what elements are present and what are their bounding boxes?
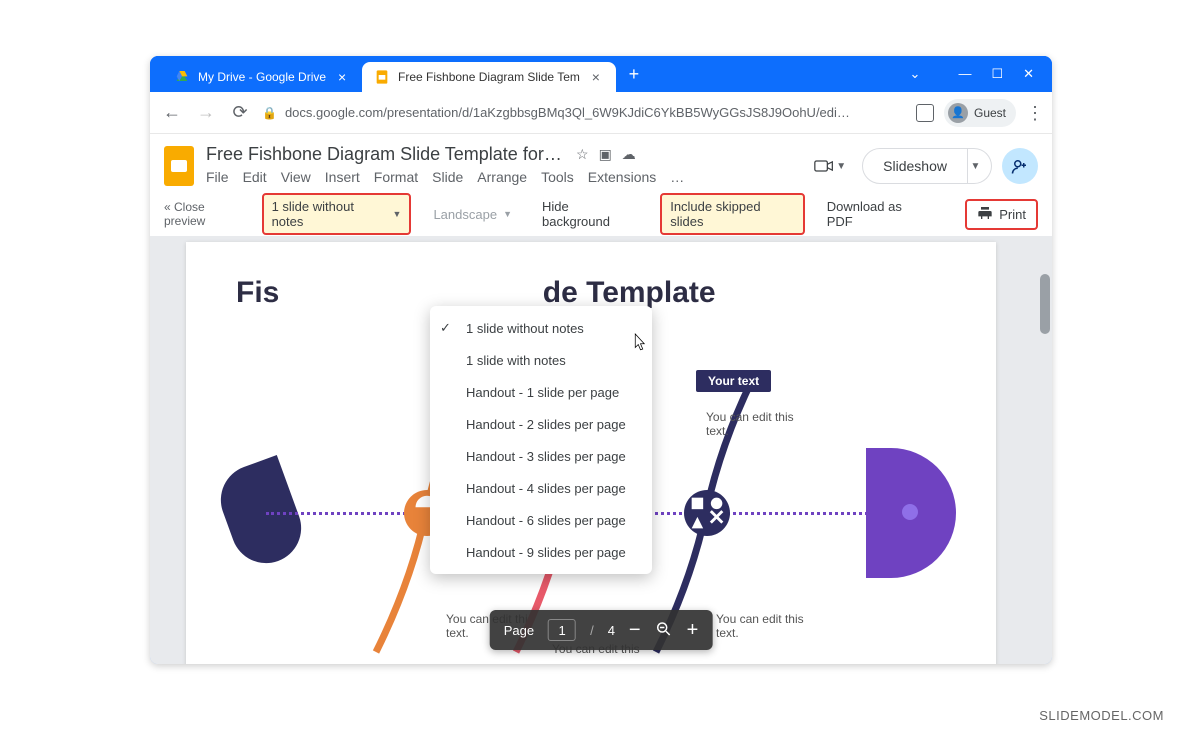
menu-insert[interactable]: Insert bbox=[325, 169, 360, 185]
present-camera-button[interactable]: ▼ bbox=[808, 154, 852, 178]
browser-window: My Drive - Google Drive × Free Fishbone … bbox=[150, 56, 1052, 664]
chevron-down-icon: ▼ bbox=[393, 209, 402, 219]
dropdown-item[interactable]: ✓1 slide without notes bbox=[430, 312, 652, 344]
menu-bar: File Edit View Insert Format Slide Arran… bbox=[206, 169, 796, 185]
reload-button[interactable]: ⟳ bbox=[228, 101, 252, 125]
dropdown-item[interactable]: Handout - 1 slide per page bbox=[430, 376, 652, 408]
page-total: 4 bbox=[608, 623, 615, 638]
check-icon: ✓ bbox=[440, 320, 451, 336]
page-number-input[interactable]: 1 bbox=[548, 619, 576, 641]
dropdown-item[interactable]: Handout - 4 slides per page bbox=[430, 472, 652, 504]
layout-dropdown[interactable]: 1 slide without notes ▼ bbox=[262, 193, 412, 235]
menu-extensions[interactable]: Extensions bbox=[588, 169, 656, 185]
fish-head bbox=[866, 448, 956, 578]
dropdown-item[interactable]: 1 slide with notes bbox=[430, 344, 652, 376]
cloud-icon[interactable]: ☁ bbox=[622, 146, 636, 163]
minimize-button[interactable]: ― bbox=[958, 66, 971, 82]
menu-view[interactable]: View bbox=[281, 169, 311, 185]
url-field[interactable]: 🔒 docs.google.com/presentation/d/1aKzgbb… bbox=[262, 99, 906, 127]
menu-more[interactable]: … bbox=[670, 169, 684, 185]
browser-tab-drive[interactable]: My Drive - Google Drive × bbox=[162, 62, 362, 92]
zoom-in-button[interactable]: + bbox=[687, 619, 699, 642]
forward-button[interactable]: → bbox=[194, 101, 218, 125]
dropdown-item[interactable]: Handout - 6 slides per page bbox=[430, 504, 652, 536]
close-icon[interactable]: × bbox=[588, 69, 604, 85]
close-preview-button[interactable]: « Close preview bbox=[164, 200, 248, 228]
profile-label: Guest bbox=[974, 106, 1006, 120]
doc-title[interactable]: Free Fishbone Diagram Slide Template for… bbox=[206, 144, 566, 165]
bone-node-icon bbox=[684, 490, 730, 536]
slides-logo[interactable] bbox=[164, 146, 194, 186]
slides-icon bbox=[374, 69, 390, 85]
profile-chip[interactable]: 👤 Guest bbox=[944, 99, 1016, 127]
bone-label: Your text bbox=[696, 370, 771, 392]
include-skipped-button[interactable]: Include skipped slides bbox=[660, 193, 805, 235]
bone-desc: You can edit this text. bbox=[716, 612, 816, 640]
menu-tools[interactable]: Tools bbox=[541, 169, 574, 185]
move-icon[interactable]: ▣ bbox=[599, 146, 612, 163]
chevron-down-icon: ▼ bbox=[503, 209, 512, 219]
wave-decoration bbox=[186, 652, 1006, 664]
extensions-icon[interactable] bbox=[916, 104, 934, 122]
menu-format[interactable]: Format bbox=[374, 169, 418, 185]
print-preview-toolbar: « Close preview 1 slide without notes ▼ … bbox=[150, 192, 1052, 236]
print-icon bbox=[977, 205, 993, 224]
vertical-scrollbar[interactable] bbox=[1040, 274, 1050, 334]
new-tab-button[interactable]: + bbox=[622, 62, 646, 86]
menu-edit[interactable]: Edit bbox=[243, 169, 267, 185]
layout-dropdown-menu: ✓1 slide without notes 1 slide with note… bbox=[430, 306, 652, 574]
close-window-button[interactable]: ✕ bbox=[1023, 66, 1034, 82]
url-text: docs.google.com/presentation/d/1aKzgbbsg… bbox=[285, 105, 850, 120]
close-icon[interactable]: × bbox=[334, 69, 350, 85]
watermark: SLIDEMODEL.COM bbox=[1039, 708, 1164, 723]
dropdown-item[interactable]: Handout - 3 slides per page bbox=[430, 440, 652, 472]
zoom-out-button[interactable]: − bbox=[629, 619, 641, 642]
tab-title: Free Fishbone Diagram Slide Tem bbox=[398, 70, 580, 84]
chevron-down-icon[interactable]: ⌄ bbox=[910, 66, 921, 82]
page-controls: Page 1 / 4 − + bbox=[490, 610, 713, 650]
tab-title: My Drive - Google Drive bbox=[198, 70, 326, 84]
menu-slide[interactable]: Slide bbox=[432, 169, 463, 185]
bone-desc: You can edit this text. bbox=[706, 410, 806, 438]
chevron-down-icon: ▼ bbox=[971, 161, 981, 172]
page-sep: / bbox=[590, 623, 594, 638]
browser-menu-button[interactable]: ⋮ bbox=[1026, 106, 1042, 120]
menu-arrange[interactable]: Arrange bbox=[477, 169, 527, 185]
app-header: Free Fishbone Diagram Slide Template for… bbox=[150, 134, 1052, 192]
print-button[interactable]: Print bbox=[965, 199, 1038, 230]
back-button[interactable]: ← bbox=[160, 101, 184, 125]
chevron-down-icon: ▼ bbox=[836, 161, 846, 172]
lock-icon: 🔒 bbox=[262, 106, 277, 120]
hide-background-button[interactable]: Hide background bbox=[534, 195, 646, 233]
zoom-reset-button[interactable] bbox=[655, 620, 673, 641]
browser-tab-slides[interactable]: Free Fishbone Diagram Slide Tem × bbox=[362, 62, 616, 92]
orientation-dropdown[interactable]: Landscape ▼ bbox=[425, 203, 520, 226]
avatar-icon: 👤 bbox=[948, 103, 968, 123]
address-bar: ← → ⟳ 🔒 docs.google.com/presentation/d/1… bbox=[150, 92, 1052, 134]
maximize-button[interactable]: ☐ bbox=[991, 66, 1003, 82]
slideshow-dropdown-button[interactable]: ▼ bbox=[960, 148, 992, 184]
share-button[interactable] bbox=[1002, 148, 1038, 184]
drive-icon bbox=[174, 69, 190, 85]
dropdown-item[interactable]: Handout - 9 slides per page bbox=[430, 536, 652, 568]
window-controls: ⌄ ― ☐ ✕ bbox=[910, 66, 1040, 82]
page-label: Page bbox=[504, 623, 534, 638]
dropdown-item[interactable]: Handout - 2 slides per page bbox=[430, 408, 652, 440]
download-pdf-button[interactable]: Download as PDF bbox=[819, 195, 938, 233]
menu-file[interactable]: File bbox=[206, 169, 229, 185]
star-icon[interactable]: ☆ bbox=[576, 146, 589, 163]
slideshow-button[interactable]: Slideshow bbox=[862, 148, 968, 184]
slide-title: Fishbone Diagram Slide Template bbox=[236, 276, 716, 310]
titlebar: My Drive - Google Drive × Free Fishbone … bbox=[150, 56, 1052, 92]
cursor-icon bbox=[630, 332, 648, 359]
